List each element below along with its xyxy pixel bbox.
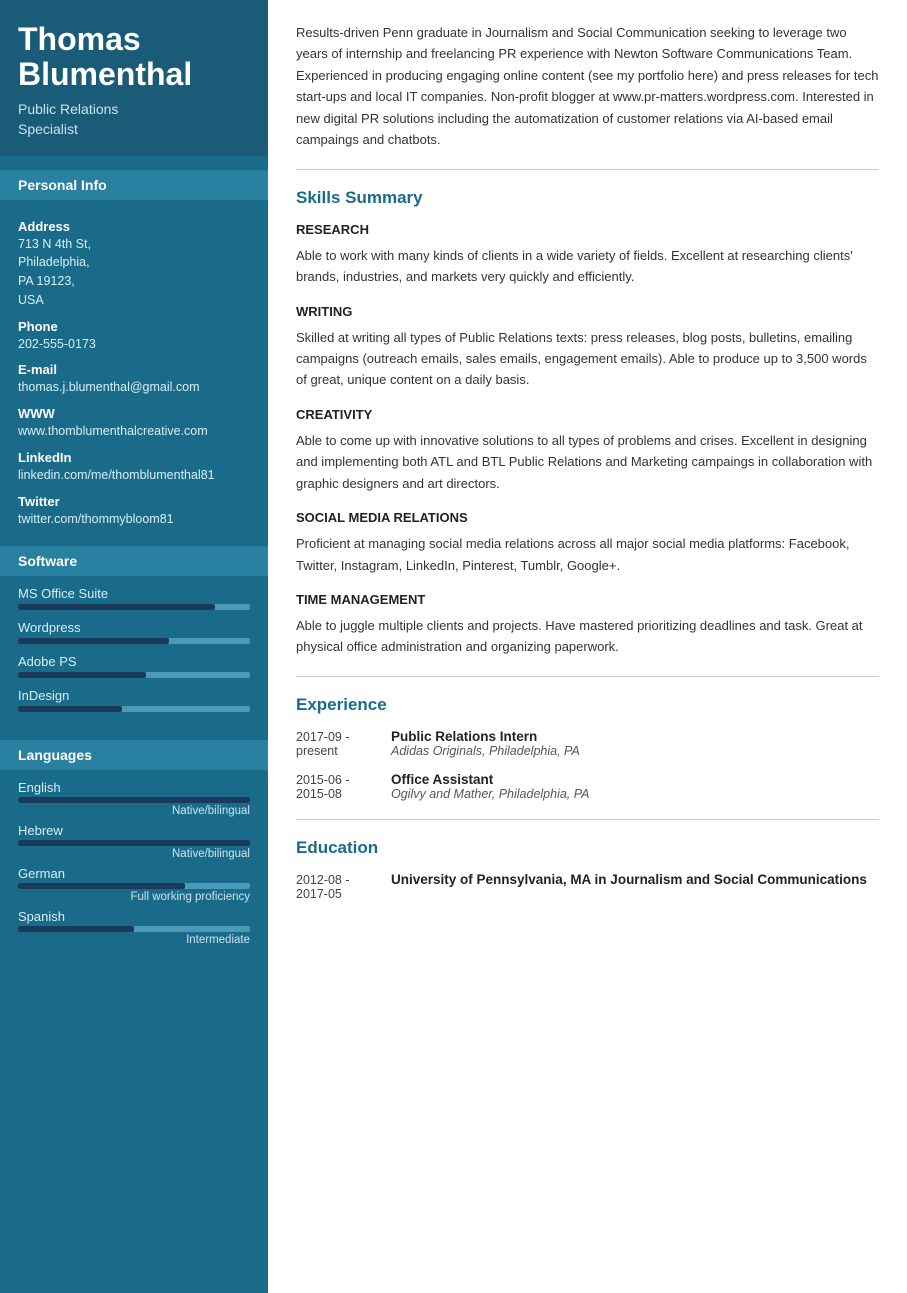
software-section: MS Office Suite Wordpress Adobe PS InDes…	[0, 576, 268, 726]
education-title: Education	[296, 838, 879, 858]
skill-block-title: RESEARCH	[296, 222, 879, 237]
skill-block-title: SOCIAL MEDIA RELATIONS	[296, 510, 879, 525]
edu-degree: University of Pennsylvania, MA in Journa…	[391, 872, 867, 887]
language-level: Intermediate	[18, 934, 250, 946]
skill-block: WRITING Skilled at writing all types of …	[296, 304, 879, 391]
language-name: English	[18, 780, 250, 795]
software-bar-fill	[18, 638, 169, 644]
skill-block: RESEARCH Able to work with many kinds of…	[296, 222, 879, 288]
language-level: Full working proficiency	[18, 891, 250, 903]
exp-org: Adidas Originals, Philadelphia, PA	[391, 744, 580, 758]
www-label: WWW	[18, 406, 250, 421]
language-item: German Full working proficiency	[18, 866, 250, 903]
edu-content: University of Pennsylvania, MA in Journa…	[391, 872, 867, 901]
software-bar-fill	[18, 604, 215, 610]
software-bar-bg	[18, 706, 250, 712]
linkedin-value: linkedin.com/me/thomblumenthal81	[18, 466, 250, 485]
languages-section: English Native/bilingual Hebrew Native/b…	[0, 770, 268, 956]
language-name: Spanish	[18, 909, 250, 924]
language-level: Native/bilingual	[18, 848, 250, 860]
experience-row: 2017-09 -present Public Relations Intern…	[296, 729, 879, 758]
twitter-value: twitter.com/thommybloom81	[18, 510, 250, 529]
www-value: www.thomblumenthalcreative.com	[18, 422, 250, 441]
skill-block: TIME MANAGEMENT Able to juggle multiple …	[296, 592, 879, 658]
language-bar-bg	[18, 797, 250, 803]
skills-blocks: RESEARCH Able to work with many kinds of…	[296, 222, 879, 658]
software-name: Adobe PS	[18, 654, 250, 669]
software-bar-bg	[18, 638, 250, 644]
edu-date: 2012-08 -2017-05	[296, 872, 391, 901]
exp-job-title: Office Assistant	[391, 772, 590, 787]
software-item: Adobe PS	[18, 654, 250, 678]
personal-info-header: Personal Info	[0, 170, 268, 200]
skill-block-title: CREATIVITY	[296, 407, 879, 422]
language-item: Spanish Intermediate	[18, 909, 250, 946]
email-value: thomas.j.blumenthal@gmail.com	[18, 378, 250, 397]
exp-date: 2015-06 -2015-08	[296, 772, 391, 801]
skills-summary-title: Skills Summary	[296, 188, 879, 208]
education-row: 2012-08 -2017-05 University of Pennsylva…	[296, 872, 879, 901]
software-bar-bg	[18, 672, 250, 678]
software-bar-fill	[18, 672, 146, 678]
software-item: Wordpress	[18, 620, 250, 644]
exp-org: Ogilvy and Mather, Philadelphia, PA	[391, 787, 590, 801]
sidebar-header: Thomas Blumenthal Public RelationsSpecia…	[0, 0, 268, 156]
skill-block-text: Skilled at writing all types of Public R…	[296, 327, 879, 391]
language-item: Hebrew Native/bilingual	[18, 823, 250, 860]
languages-header: Languages	[0, 740, 268, 770]
software-name: InDesign	[18, 688, 250, 703]
language-item: English Native/bilingual	[18, 780, 250, 817]
skill-block-text: Able to juggle multiple clients and proj…	[296, 615, 879, 658]
language-bar-fill	[18, 883, 185, 889]
software-name: Wordpress	[18, 620, 250, 635]
phone-label: Phone	[18, 319, 250, 334]
exp-job-title: Public Relations Intern	[391, 729, 580, 744]
software-bar-bg	[18, 604, 250, 610]
skill-block: CREATIVITY Able to come up with innovati…	[296, 407, 879, 494]
software-item: MS Office Suite	[18, 586, 250, 610]
exp-date: 2017-09 -present	[296, 729, 391, 758]
phone-value: 202-555-0173	[18, 335, 250, 354]
experience-title: Experience	[296, 695, 879, 715]
personal-info-section: Address 713 N 4th St,Philadelphia,PA 191…	[0, 200, 268, 533]
language-bar-fill	[18, 926, 134, 932]
skill-block-title: TIME MANAGEMENT	[296, 592, 879, 607]
twitter-label: Twitter	[18, 494, 250, 509]
email-label: E-mail	[18, 362, 250, 377]
language-bar-fill	[18, 797, 250, 803]
education-section: 2012-08 -2017-05 University of Pennsylva…	[296, 872, 879, 901]
skill-block-title: WRITING	[296, 304, 879, 319]
language-name: German	[18, 866, 250, 881]
language-level: Native/bilingual	[18, 805, 250, 817]
exp-content: Office Assistant Ogilvy and Mather, Phil…	[391, 772, 590, 801]
skill-block-text: Proficient at managing social media rela…	[296, 533, 879, 576]
skill-block-text: Able to come up with innovative solution…	[296, 430, 879, 494]
address-label: Address	[18, 219, 250, 234]
sidebar: Thomas Blumenthal Public RelationsSpecia…	[0, 0, 268, 1293]
experience-row: 2015-06 -2015-08 Office Assistant Ogilvy…	[296, 772, 879, 801]
linkedin-label: LinkedIn	[18, 450, 250, 465]
intro-paragraph: Results-driven Penn graduate in Journali…	[296, 22, 879, 170]
skill-block-text: Able to work with many kinds of clients …	[296, 245, 879, 288]
software-item: InDesign	[18, 688, 250, 712]
language-bar-fill	[18, 840, 250, 846]
software-name: MS Office Suite	[18, 586, 250, 601]
language-bar-bg	[18, 883, 250, 889]
skill-block: SOCIAL MEDIA RELATIONS Proficient at man…	[296, 510, 879, 576]
experience-section: 2017-09 -present Public Relations Intern…	[296, 729, 879, 801]
language-name: Hebrew	[18, 823, 250, 838]
language-bar-bg	[18, 840, 250, 846]
language-bar-bg	[18, 926, 250, 932]
address-value: 713 N 4th St,Philadelphia,PA 19123,USA	[18, 235, 250, 310]
software-header: Software	[0, 546, 268, 576]
candidate-subtitle: Public RelationsSpecialist	[18, 100, 250, 139]
main-content: Results-driven Penn graduate in Journali…	[268, 0, 907, 1293]
software-bar-fill	[18, 706, 122, 712]
exp-content: Public Relations Intern Adidas Originals…	[391, 729, 580, 758]
candidate-name: Thomas Blumenthal	[18, 22, 250, 92]
